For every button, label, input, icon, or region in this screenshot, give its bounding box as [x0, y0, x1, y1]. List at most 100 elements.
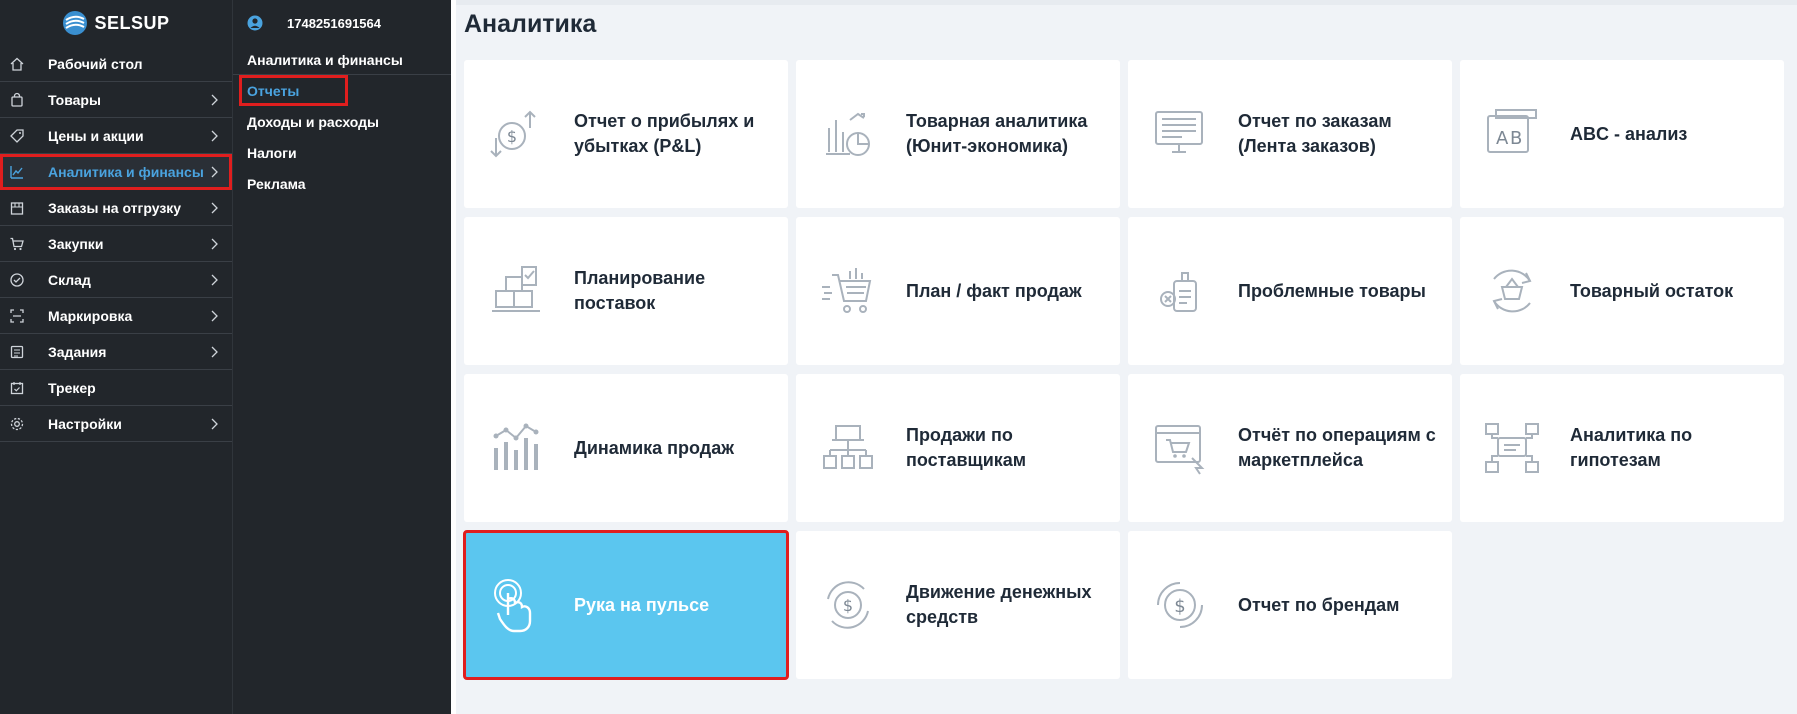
sidebar-item[interactable]: Закупки — [0, 226, 232, 262]
calendar-check-icon — [8, 379, 26, 397]
gear-icon — [8, 415, 26, 433]
user-row[interactable]: 1748251691564 — [233, 0, 451, 46]
svg-text:B: B — [1510, 128, 1522, 149]
page-title: Аналитика — [464, 10, 597, 38]
logo-text: SELSUP — [94, 12, 170, 33]
report-card-label: Аналитика по гипотезам — [1570, 425, 1693, 470]
sidebar-item-label: Задания — [48, 343, 107, 360]
brand-report-icon: $ — [1152, 577, 1208, 633]
report-card-label: Движение денежных средств — [906, 582, 1092, 627]
sidebar-item-label: Аналитика и финансы — [48, 163, 204, 180]
sidebar-item[interactable]: Рабочий стол — [0, 46, 232, 82]
sub-nav-item[interactable]: Реклама — [233, 168, 451, 199]
sales-plan-icon — [820, 263, 876, 319]
report-card-label: ABC - анализ — [1570, 123, 1688, 144]
sidebar-item[interactable]: Склад — [0, 262, 232, 298]
chevron-right-icon — [206, 236, 222, 252]
report-card[interactable]: A B ABC - анализ — [1460, 60, 1784, 208]
chevron-right-icon — [206, 164, 222, 180]
report-card-label: Отчет по брендам — [1238, 594, 1400, 615]
report-card[interactable]: Проблемные товары — [1128, 217, 1452, 365]
abc-analysis-icon: AB — [1484, 106, 1540, 162]
report-card[interactable]: $ Отчет по брендам — [1128, 531, 1452, 679]
selsup-logo-icon — [63, 11, 88, 35]
chevron-right-icon — [206, 272, 222, 288]
orders-report-icon — [1152, 106, 1208, 162]
sidebar-item[interactable]: Аналитика и финансы — [0, 154, 232, 190]
report-card[interactable]: Товарный остаток — [1460, 217, 1784, 365]
report-card-label: Рука на пульсе — [574, 594, 710, 615]
report-card[interactable]: Рука на пульсе — [463, 530, 789, 680]
svg-text:$: $ — [1174, 596, 1185, 617]
main-content: Аналитика $ Отчет о прибылях и убытках (P… — [456, 0, 1797, 714]
report-card[interactable]: Продажи по поставщикам — [796, 374, 1120, 522]
sales-dynamics-icon — [488, 420, 544, 476]
sidebar-item-label: Закупки — [48, 235, 104, 252]
problem-goods-icon — [1152, 263, 1208, 319]
profit-loss-icon: $ — [488, 106, 544, 162]
sidebar-item-label: Товары — [48, 91, 101, 108]
report-card-label: Отчет о прибылях и убытках (P&L) — [574, 111, 755, 156]
sub-nav-item[interactable]: Доходы и расходы — [233, 106, 451, 137]
logo[interactable]: SELSUP — [0, 0, 232, 46]
sidebar-item[interactable]: Трекер — [0, 370, 232, 406]
report-card-label: Планирование поставок — [574, 268, 706, 313]
chevron-right-icon — [206, 200, 222, 216]
report-card-label: Отчет по заказам (Лента заказов) — [1238, 111, 1392, 156]
sidebar-item[interactable]: Маркировка — [0, 298, 232, 334]
sidebar-item[interactable]: Цены и акции — [0, 118, 232, 154]
report-card-label: Продажи по поставщикам — [906, 425, 1027, 470]
report-card-label: Проблемные товары — [1238, 280, 1426, 301]
sidebar-item-label: Настройки — [48, 415, 122, 432]
report-card[interactable]: Аналитика по гипотезам — [1460, 374, 1784, 522]
sub-nav-item[interactable]: Налоги — [233, 137, 451, 168]
scan-icon — [8, 307, 26, 325]
sub-section-header[interactable]: Аналитика и финансы — [233, 46, 451, 75]
chevron-right-icon — [206, 344, 222, 360]
sidebar-item-label: Маркировка — [48, 307, 133, 324]
sidebar-item[interactable]: Заказы на отгрузку — [0, 190, 232, 226]
hypothesis-icon — [1484, 420, 1540, 476]
stock-balance-icon — [1484, 263, 1540, 319]
sidebar-item-label: Заказы на отгрузку — [48, 199, 182, 216]
report-card-label: Динамика продаж — [574, 437, 734, 458]
sidebar-item[interactable]: Настройки — [0, 406, 232, 442]
sub-nav-item[interactable]: Отчеты — [239, 75, 348, 106]
report-card[interactable]: Динамика продаж — [464, 374, 788, 522]
report-card[interactable]: $ Движение денежных средств — [796, 531, 1120, 679]
sidebar-item[interactable]: Задания — [0, 334, 232, 370]
tag-icon — [8, 127, 26, 145]
report-card[interactable]: Товарная аналитика (Юнит-экономика) — [796, 60, 1120, 208]
chevron-right-icon — [206, 92, 222, 108]
hand-pulse-icon — [488, 577, 544, 633]
sub-navigation-panel: 1748251691564 Аналитика и финансы Отчеты… — [232, 0, 451, 714]
check-circle-icon — [8, 271, 26, 289]
main-sidebar: SELSUP Рабочий стол Товары Цены и акции Ана… — [0, 0, 232, 714]
sidebar-item-label: Склад — [48, 271, 91, 288]
report-card[interactable]: $ Отчет о прибылях и убытках (P&L) — [464, 60, 788, 208]
report-card-label: Отчёт по операциям с маркетплейса — [1238, 425, 1436, 470]
chevron-right-icon — [206, 308, 222, 324]
box-icon — [8, 199, 26, 217]
product-analytics-icon — [820, 106, 876, 162]
home-icon — [8, 55, 26, 73]
report-card[interactable]: Отчет по заказам (Лента заказов) — [1128, 60, 1452, 208]
report-card[interactable]: План / факт продаж — [796, 217, 1120, 365]
bag-icon — [8, 91, 26, 109]
report-card-label: Товарный остаток — [1570, 280, 1734, 301]
svg-text:$: $ — [507, 127, 517, 146]
report-card[interactable]: Планирование поставок — [464, 217, 788, 365]
top-strip — [456, 0, 1797, 5]
svg-text:$: $ — [843, 596, 853, 615]
sidebar-item[interactable]: Товары — [0, 82, 232, 118]
report-card[interactable]: Отчёт по операциям с маркетплейса — [1128, 374, 1452, 522]
report-card-label: Товарная аналитика (Юнит-экономика) — [906, 111, 1088, 156]
svg-text:A: A — [1496, 128, 1509, 149]
sidebar-item-label: Цены и акции — [48, 127, 144, 144]
user-avatar-icon — [247, 15, 263, 31]
sidebar-item-label: Трекер — [48, 379, 96, 396]
chevron-right-icon — [206, 416, 222, 432]
chevron-right-icon — [206, 128, 222, 144]
user-id: 1748251691564 — [287, 15, 381, 31]
report-card-label: План / факт продаж — [906, 280, 1082, 301]
